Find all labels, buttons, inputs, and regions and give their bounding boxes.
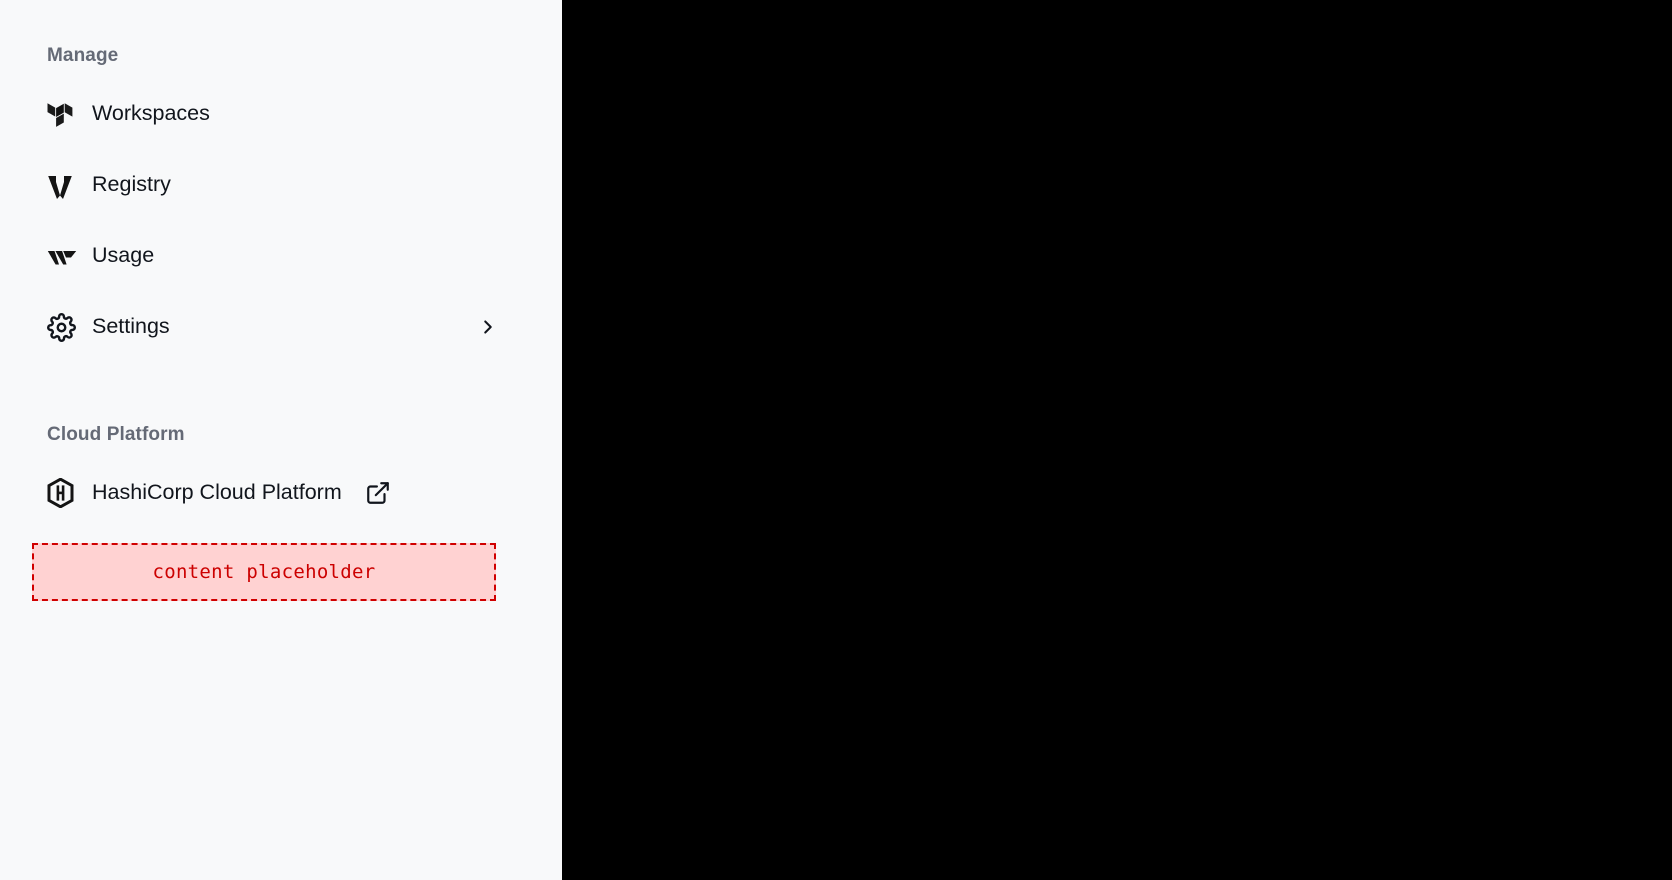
- gear-icon: [47, 312, 77, 342]
- sidebar: Manage Workspaces Registry Usage Setting…: [0, 0, 562, 880]
- sidebar-item-label: Usage: [92, 243, 155, 268]
- sidebar-item-settings[interactable]: Settings: [0, 304, 562, 350]
- sidebar-item-label: Settings: [92, 314, 170, 339]
- chevron-right-icon[interactable]: [476, 315, 500, 339]
- waypoint-logo-icon: [47, 241, 77, 271]
- sidebar-item-usage[interactable]: Usage: [0, 233, 562, 279]
- vault-logo-icon: [47, 170, 77, 200]
- sidebar-section-cloud-platform: Cloud Platform HashiCorp Cloud Platform: [0, 424, 562, 516]
- sidebar-item-label: Workspaces: [92, 101, 210, 126]
- content-placeholder: content placeholder: [32, 543, 496, 601]
- sidebar-item-registry[interactable]: Registry: [0, 162, 562, 208]
- hashicorp-logo-icon: [47, 478, 77, 508]
- nav-list-cloud-platform: HashiCorp Cloud Platform: [0, 470, 562, 516]
- sidebar-item-label: HashiCorp Cloud Platform: [92, 480, 342, 505]
- section-header-manage: Manage: [47, 45, 119, 66]
- sidebar-item-workspaces[interactable]: Workspaces: [0, 91, 562, 137]
- terraform-logo-icon: [47, 99, 77, 129]
- external-link-icon[interactable]: [365, 480, 391, 506]
- content-placeholder-label: content placeholder: [152, 561, 376, 583]
- sidebar-section-manage: Manage Workspaces Registry Usage Setting…: [0, 0, 562, 350]
- main-content-region: [562, 0, 1672, 880]
- section-header-cloud-platform: Cloud Platform: [47, 424, 185, 445]
- nav-list-manage: Workspaces Registry Usage Settings: [0, 91, 562, 350]
- sidebar-item-hashicorp-cloud-platform[interactable]: HashiCorp Cloud Platform: [0, 470, 562, 516]
- sidebar-item-label: Registry: [92, 172, 171, 197]
